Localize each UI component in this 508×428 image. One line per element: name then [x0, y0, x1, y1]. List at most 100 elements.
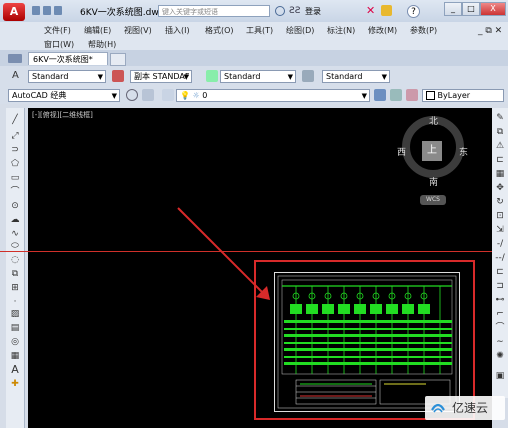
gradient-icon[interactable]: ▤	[9, 322, 21, 334]
menu-help[interactable]: 帮助(H)	[88, 39, 116, 50]
construction-line-icon[interactable]: ⤢	[9, 130, 21, 142]
menu-window[interactable]: 窗口(W)	[44, 39, 74, 50]
menu-draw[interactable]: 绘图(D)	[286, 25, 314, 36]
color-select[interactable]: ByLayer	[422, 89, 504, 102]
trim-icon[interactable]: -/	[494, 238, 506, 250]
blend-icon[interactable]: ∼	[494, 336, 506, 348]
watermark-logo-icon	[431, 403, 445, 413]
insert-block-icon[interactable]: ⧉	[9, 268, 21, 280]
new-icon[interactable]	[32, 6, 40, 15]
properties-icon[interactable]: ▣	[494, 370, 506, 382]
make-current-layer-icon[interactable]	[374, 89, 386, 101]
compass-south[interactable]: 南	[429, 175, 438, 188]
arc-icon[interactable]: ⌒	[9, 186, 21, 198]
chamfer-icon[interactable]: ⌐	[494, 308, 506, 320]
table-style-icon	[206, 70, 218, 82]
mleader-style-select[interactable]: Standard ▼	[322, 70, 390, 83]
break-icon[interactable]: ⊐	[494, 280, 506, 292]
join-icon[interactable]: ⊷	[494, 294, 506, 306]
break-point-icon[interactable]: ⊏	[494, 266, 506, 278]
layers-toolbar: AutoCAD 经典 ▼ 💡 ☼ 0 ▼ ByLayer	[0, 86, 508, 104]
tab-menu-icon[interactable]	[8, 54, 22, 63]
menu-edit[interactable]: 编辑(E)	[84, 25, 111, 36]
make-block-icon[interactable]: ⊞	[9, 282, 21, 294]
revcloud-icon[interactable]: ☁	[9, 214, 21, 226]
login-link[interactable]: 登录	[305, 6, 321, 17]
fillet-icon[interactable]: ⌒	[494, 322, 506, 334]
mtext-icon[interactable]: A	[9, 364, 21, 376]
table-style-select[interactable]: Standard ▼	[220, 70, 296, 83]
search-input[interactable]: 键入关键字或短语	[158, 5, 270, 17]
menu-modify[interactable]: 修改(M)	[368, 25, 397, 36]
mirror-icon[interactable]: ⚠	[494, 140, 506, 152]
add-selected-icon[interactable]: ✚	[9, 378, 21, 390]
watermark-text: 亿速云	[452, 401, 489, 415]
layer-manager-icon[interactable]	[162, 89, 174, 101]
move-icon[interactable]: ✥	[494, 182, 506, 194]
extend-icon[interactable]: --/	[494, 252, 506, 264]
viewport-controls[interactable]: [-][俯视][二维线框]	[32, 110, 93, 120]
layer-select[interactable]: 💡 ☼ 0 ▼	[176, 89, 370, 102]
dim-style-select[interactable]: 副本 STANDAF ▼	[130, 70, 192, 83]
table-icon[interactable]: ▦	[9, 350, 21, 362]
array-icon[interactable]: ▦	[494, 168, 506, 180]
compass-north[interactable]: 北	[429, 114, 438, 127]
erase-icon[interactable]: ✎	[494, 112, 506, 124]
polyline-icon[interactable]: ⊃	[9, 144, 21, 156]
menu-bar: 文件(F) 编辑(E) 视图(V) 插入(I) 格式(O) 工具(T) 绘图(D…	[0, 22, 508, 50]
layer-previous-icon[interactable]	[390, 89, 402, 101]
doc-restore-icon[interactable]: _ ⧉ ✕	[478, 26, 502, 36]
compass-west[interactable]: 西	[397, 145, 406, 158]
compass-east[interactable]: 东	[459, 145, 468, 158]
styles-toolbar: A Standard ▼ 副本 STANDAF ▼ Standard ▼ Standa…	[0, 66, 508, 86]
menu-view[interactable]: 视图(V)	[124, 25, 152, 36]
offset-icon[interactable]: ⊏	[494, 154, 506, 166]
workspace-settings-icon[interactable]	[126, 89, 138, 101]
viewcube-top-face[interactable]: 上	[422, 141, 442, 161]
rectangle-icon[interactable]: ▭	[9, 172, 21, 184]
menu-parametric[interactable]: 参数(P)	[410, 25, 437, 36]
point-icon[interactable]: ·	[9, 296, 21, 308]
menu-tools[interactable]: 工具(T)	[246, 25, 273, 36]
scale-icon[interactable]: ⊡	[494, 210, 506, 222]
spline-icon[interactable]: ∿	[9, 228, 21, 240]
maximize-button[interactable]: □	[462, 2, 480, 16]
ucs-menu[interactable]: WCS	[420, 195, 446, 205]
menu-insert[interactable]: 插入(I)	[165, 25, 190, 36]
search-icon[interactable]	[275, 6, 285, 16]
circle-icon[interactable]: ⊙	[9, 200, 21, 212]
app-menu-button[interactable]: A	[3, 3, 25, 21]
line-icon[interactable]: ╱	[9, 114, 21, 126]
star-icon[interactable]	[381, 5, 392, 16]
menu-file[interactable]: 文件(F)	[44, 25, 71, 36]
layer-properties-icon[interactable]	[142, 89, 154, 101]
hatch-icon[interactable]: ▨	[9, 308, 21, 320]
stretch-icon[interactable]: ⇲	[494, 224, 506, 236]
exchange-icon[interactable]: ✕	[366, 5, 377, 16]
binoculars-icon[interactable]: ƧƧ	[289, 6, 300, 16]
tab-active-drawing[interactable]: 6KV一次系统图*	[28, 52, 108, 65]
menu-dimension[interactable]: 标注(N)	[327, 25, 355, 36]
explode-icon[interactable]: ✺	[494, 350, 506, 362]
layer-state-icon[interactable]	[406, 89, 418, 101]
text-style-icon: A	[12, 70, 19, 81]
new-tab-button[interactable]	[110, 53, 126, 66]
open-icon[interactable]	[43, 6, 51, 15]
ellipse-arc-icon[interactable]: ◌	[9, 254, 21, 266]
text-style-select[interactable]: Standard ▼	[28, 70, 106, 83]
polygon-icon[interactable]: ⬠	[9, 158, 21, 170]
single-line-diagram	[277, 275, 457, 409]
draw-toolbar: ╱ ⤢ ⊃ ⬠ ▭ ⌒ ⊙ ☁ ∿ ⬭ ◌ ⧉ ⊞ · ▨ ▤ ◎ ▦ A ✚	[6, 108, 25, 428]
save-icon[interactable]	[54, 6, 62, 15]
workspace-select[interactable]: AutoCAD 经典 ▼	[8, 89, 120, 102]
region-icon[interactable]: ◎	[9, 336, 21, 348]
window-title: 6KV一次系统图.dwg	[80, 8, 165, 18]
modify-toolbar: ✎ ⧉ ⚠ ⊏ ▦ ✥ ↻ ⊡ ⇲ -/ --/ ⊏ ⊐ ⊷ ⌐ ⌒ ∼ ✺ ▣	[492, 108, 508, 398]
copy-icon[interactable]: ⧉	[494, 126, 506, 138]
menu-format[interactable]: 格式(O)	[205, 25, 234, 36]
close-button[interactable]: X	[480, 2, 506, 16]
rotate-icon[interactable]: ↻	[494, 196, 506, 208]
mleader-style-icon	[302, 70, 314, 82]
minimize-button[interactable]: _	[444, 2, 462, 16]
help-icon[interactable]: ?	[407, 5, 420, 18]
